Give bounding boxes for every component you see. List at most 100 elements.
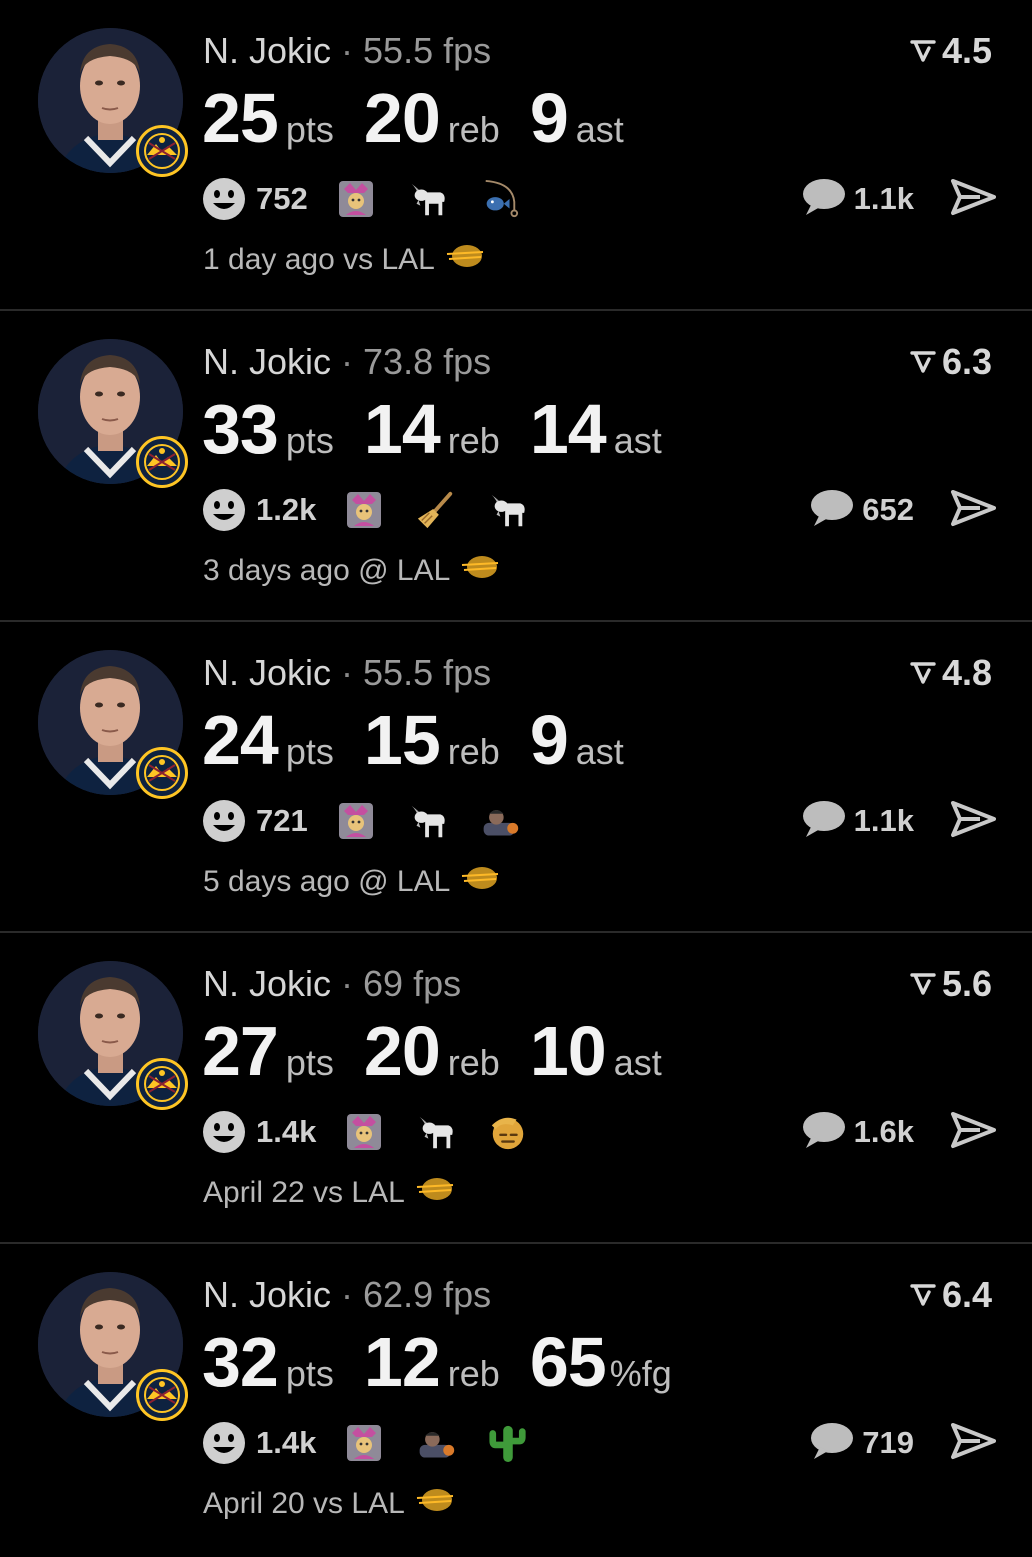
goat-icon[interactable] [488,488,528,532]
jester-icon[interactable] [336,799,376,843]
separator-dot: · [341,341,354,382]
goat-icon[interactable] [408,799,448,843]
nuggets-logo-icon [136,747,188,799]
reaction-count: 721 [256,803,308,838]
comment-icon[interactable] [800,799,846,844]
stat-unit: reb [447,109,500,150]
stat-value: 12 [363,1323,441,1401]
stat-value: 20 [363,79,441,157]
stat-unit: ast [613,420,662,461]
stat-unit: pts [285,1353,334,1394]
player-name[interactable]: N. Jokic [203,652,331,693]
game-time: April 20 vs LAL [203,1487,405,1520]
stat-unit: ast [575,731,624,772]
post-card[interactable]: N. Jokic · 69 fps 5.6 27 pts 20 reb 10 ast 1.4k [0,933,1032,1244]
jester-icon[interactable] [336,177,376,221]
rating[interactable]: 6.4 [910,1274,992,1316]
comment-count: 1.1k [853,181,914,216]
share-icon[interactable] [950,799,996,844]
smile-reaction-icon[interactable] [202,1110,246,1154]
goat-icon[interactable] [408,177,448,221]
filter-icon [910,1284,936,1306]
game-info[interactable]: 5 days ago @ LAL [203,864,500,900]
stat-unit: pts [285,420,334,461]
game-info[interactable]: 1 day ago vs LAL [203,242,485,278]
game-time: 1 day ago vs LAL [203,243,435,276]
post-feed: N. Jokic · 55.5 fps 4.5 25 pts 20 reb 9 ast 752 [0,0,1032,1557]
lakers-logo-icon [460,553,500,589]
reactions-bar: 1.2k [202,486,560,534]
post-actions: 652 [808,486,996,534]
rating[interactable]: 5.6 [910,963,992,1005]
reaction-emojis [344,488,560,532]
separator-dot: · [341,963,354,1004]
reaction-emojis [344,1421,560,1465]
goat-icon[interactable] [416,1110,456,1154]
post-card[interactable]: N. Jokic · 55.5 fps 4.8 24 pts 15 reb 9 ast 721 [0,622,1032,933]
post-header: N. Jokic · 69 fps [203,963,461,1005]
jester-icon[interactable] [344,488,384,532]
broom-icon[interactable] [416,488,456,532]
reaction-count: 1.4k [256,1114,317,1149]
post-actions: 1.1k [800,175,996,223]
comment-icon[interactable] [808,488,854,533]
separator-dot: · [341,30,354,71]
reaction-emojis [344,1110,560,1154]
share-icon[interactable] [950,488,996,533]
smile-reaction-icon[interactable] [202,799,246,843]
post-card[interactable]: N. Jokic · 73.8 fps 6.3 33 pts 14 reb 14 ast 1.… [0,311,1032,622]
smile-reaction-icon[interactable] [202,1421,246,1465]
stat-pts: 32 pts [202,1322,334,1402]
stat-value: 65 [529,1323,607,1401]
player-name[interactable]: N. Jokic [203,30,331,71]
stat-unit: pts [285,731,334,772]
player-sticker-icon[interactable] [480,799,520,843]
share-icon[interactable] [950,1110,996,1155]
stat-unit: reb [447,731,500,772]
jester-icon[interactable] [344,1110,384,1154]
post-card[interactable]: N. Jokic · 55.5 fps 4.5 25 pts 20 reb 9 ast 752 [0,0,1032,311]
stat-unit: ast [575,109,624,150]
share-icon[interactable] [950,1421,996,1466]
jester-icon[interactable] [344,1421,384,1465]
filter-icon [910,40,936,62]
rating[interactable]: 6.3 [910,341,992,383]
reaction-count: 1.2k [256,492,317,527]
filter-icon [910,351,936,373]
fantasy-points: 73.8 fps [363,341,492,382]
comment-icon[interactable] [808,1421,854,1466]
player-name[interactable]: N. Jokic [203,1274,331,1315]
rating[interactable]: 4.8 [910,652,992,694]
player-name[interactable]: N. Jokic [203,963,331,1004]
smile-reaction-icon[interactable] [202,177,246,221]
stat-pts: 25 pts [202,78,334,158]
player-sticker-icon[interactable] [416,1421,456,1465]
post-card[interactable]: N. Jokic · 62.9 fps 6.4 32 pts 12 reb 65 %fg 1.… [0,1244,1032,1557]
stat-value: 14 [363,390,441,468]
comment-count: 1.1k [853,803,914,838]
stat-value: 27 [202,1012,279,1090]
smile-reaction-icon[interactable] [202,488,246,532]
salute-icon[interactable] [488,1110,528,1154]
comment-icon[interactable] [800,177,846,222]
cactus-icon[interactable] [488,1421,528,1465]
game-info[interactable]: 3 days ago @ LAL [203,553,500,589]
nuggets-logo-icon [136,1369,188,1421]
filter-icon [910,662,936,684]
rating[interactable]: 4.5 [910,30,992,72]
stat-unit: ast [613,1042,662,1083]
comment-icon[interactable] [800,1110,846,1155]
game-time: April 22 vs LAL [203,1176,405,1209]
post-header: N. Jokic · 55.5 fps [203,652,491,694]
stat-fg: 65 %fg [530,1322,672,1402]
fishing-icon[interactable] [480,177,520,221]
stat-ast: 10 ast [530,1011,662,1091]
separator-dot: · [341,1274,354,1315]
game-info[interactable]: April 22 vs LAL [203,1175,455,1211]
stat-line: 24 pts 15 reb 9 ast [202,700,654,780]
share-icon[interactable] [950,177,996,222]
game-info[interactable]: April 20 vs LAL [203,1486,455,1522]
post-header: N. Jokic · 62.9 fps [203,1274,491,1316]
player-name[interactable]: N. Jokic [203,341,331,382]
reaction-emojis [336,177,552,221]
